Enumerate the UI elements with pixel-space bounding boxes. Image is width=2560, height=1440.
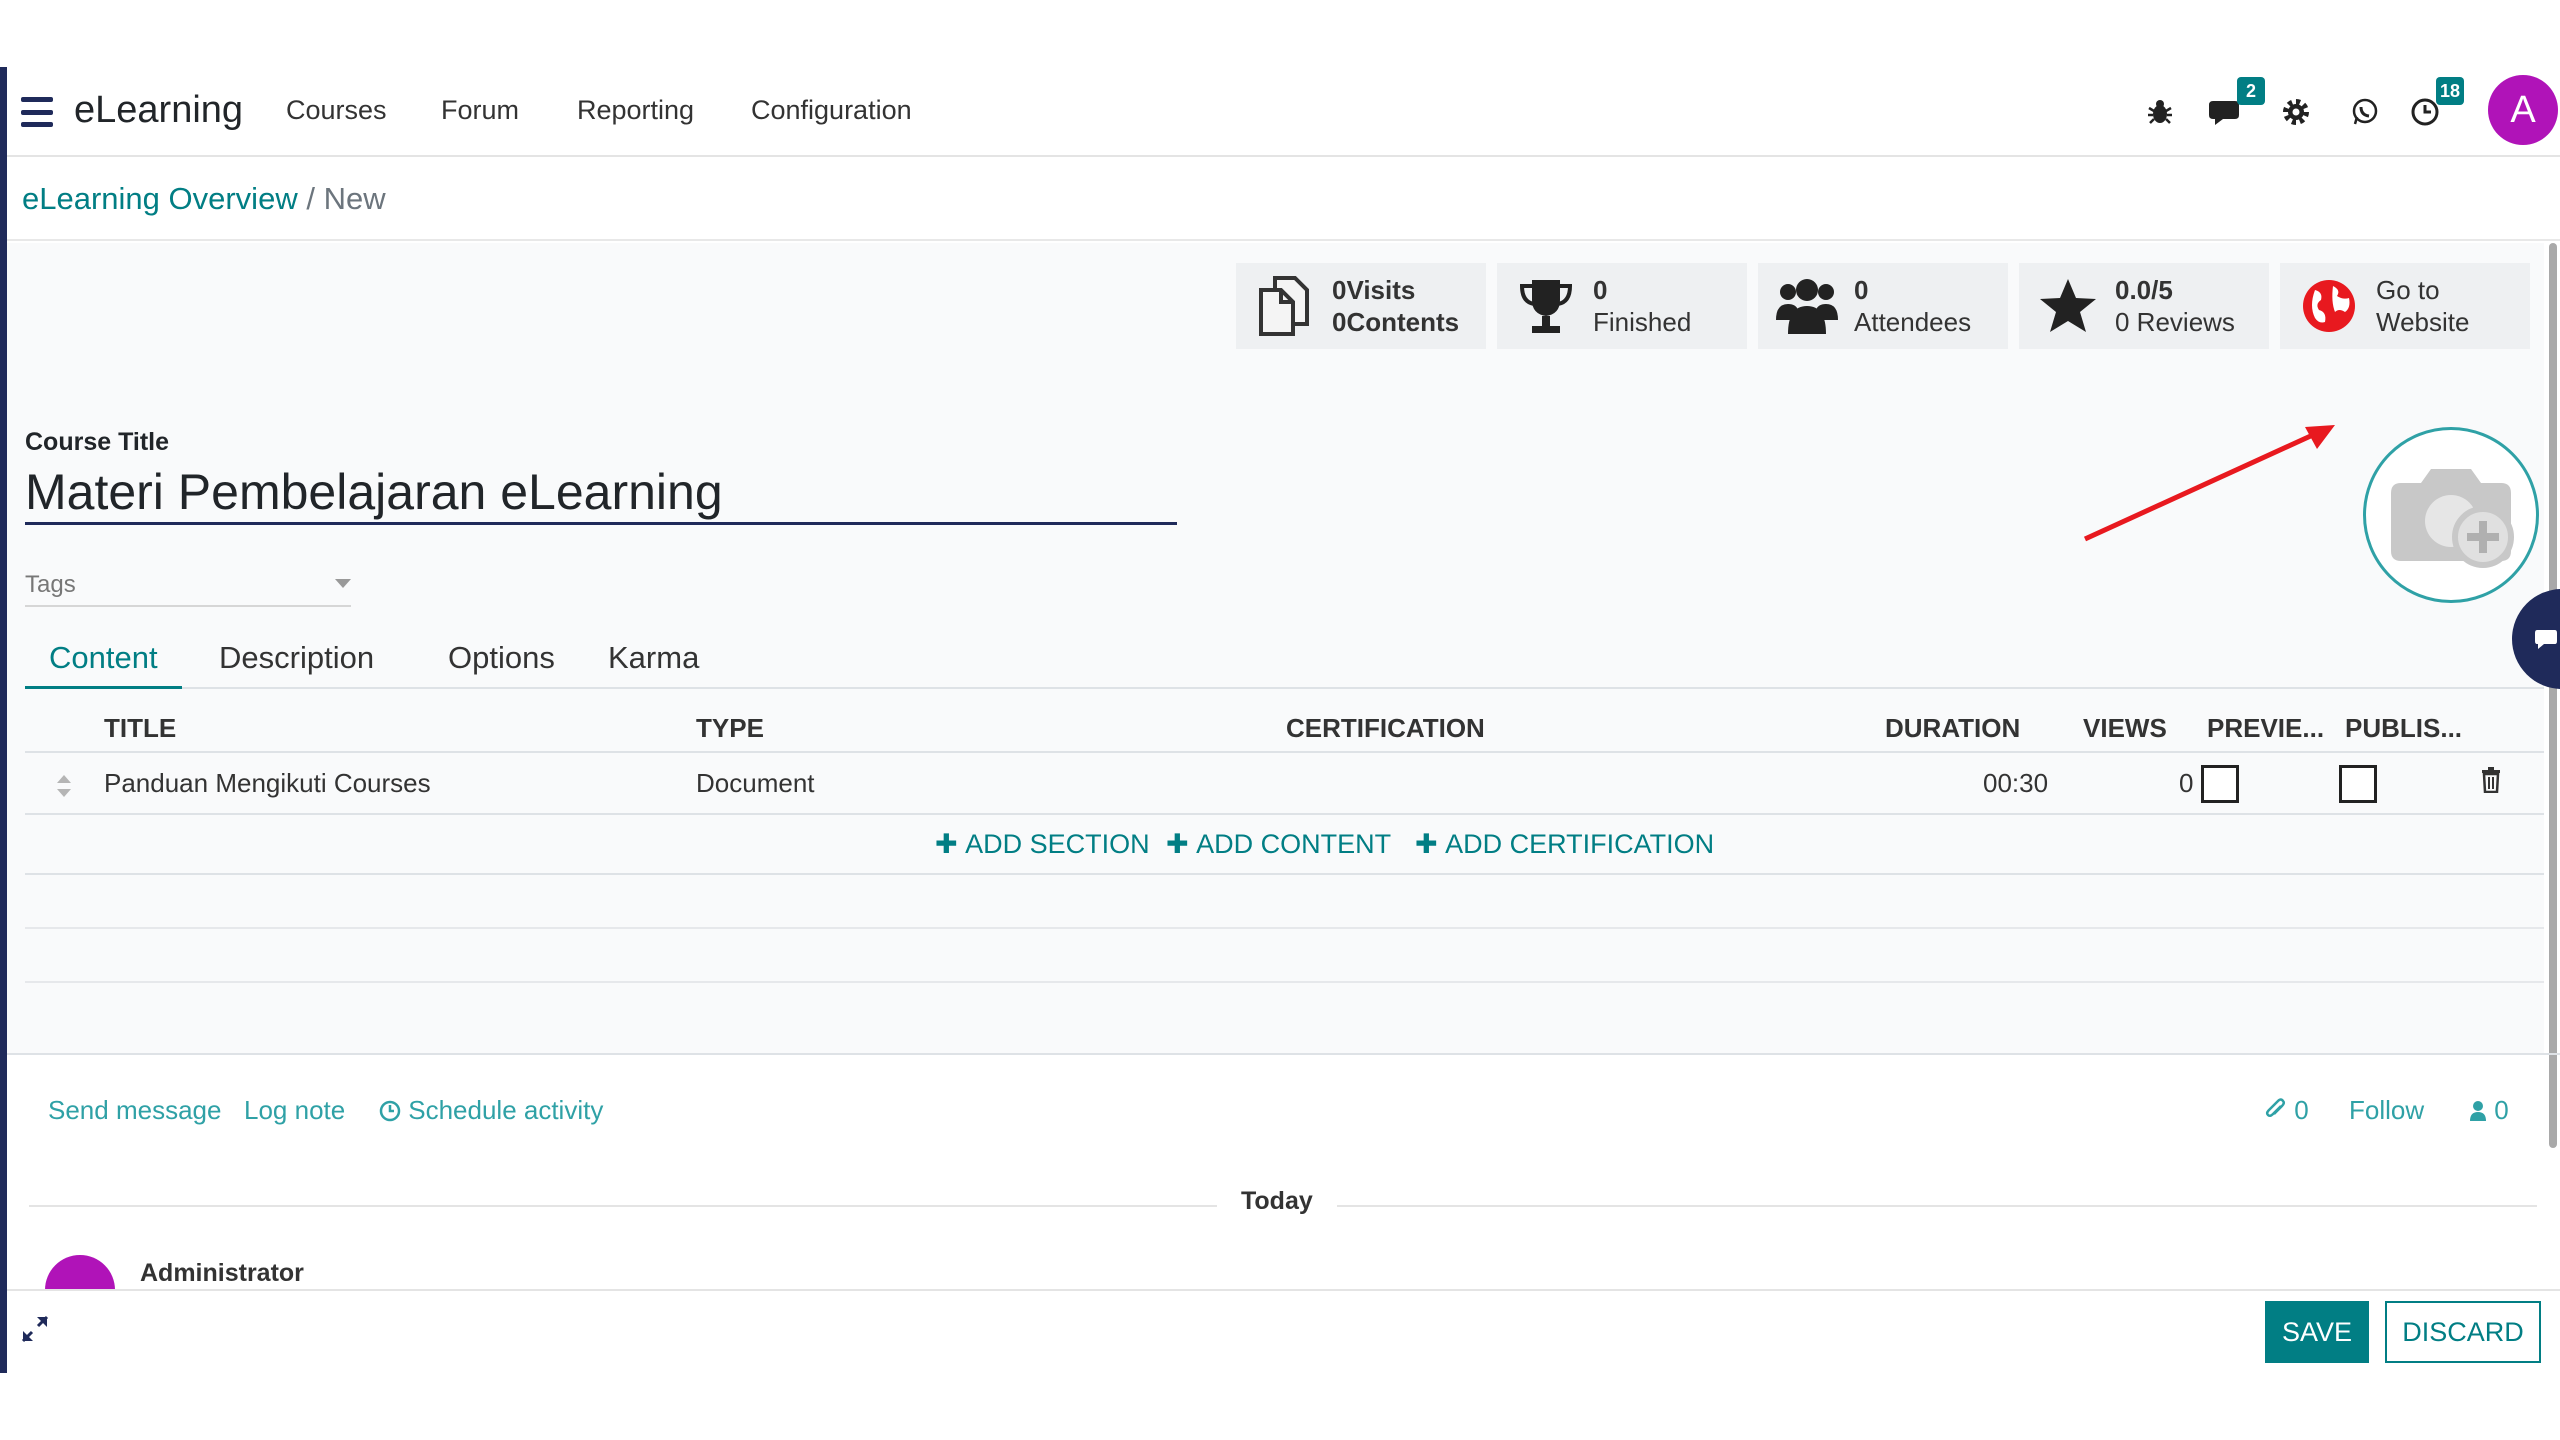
- vertical-scrollbar[interactable]: [2549, 243, 2557, 1148]
- add-section-link[interactable]: ✚ ADD SECTION: [935, 829, 1150, 860]
- messages-icon[interactable]: 2: [2203, 77, 2265, 135]
- log-note-button[interactable]: Log note: [244, 1095, 345, 1126]
- users-icon: [1772, 276, 1842, 336]
- column-type[interactable]: TYPE: [696, 713, 764, 744]
- paperclip-icon: [2265, 1098, 2286, 1118]
- trash-icon[interactable]: [2481, 767, 2501, 793]
- settings-gear-icon[interactable]: [2273, 89, 2319, 135]
- tags-placeholder: Tags: [25, 571, 76, 598]
- documents-icon: [1250, 274, 1320, 338]
- stat-rating: 0.0/5: [2115, 275, 2173, 305]
- stat-finished-count: 0: [1593, 275, 1608, 305]
- left-accent-bar: [0, 67, 7, 1373]
- attachments-button[interactable]: 0: [2265, 1095, 2309, 1126]
- expand-icon[interactable]: [19, 1313, 51, 1345]
- empty-table-row: [25, 875, 2544, 929]
- column-duration[interactable]: DURATION: [1885, 713, 2020, 744]
- discard-button[interactable]: DISCARD: [2385, 1301, 2541, 1363]
- followers-count: 0: [2494, 1095, 2509, 1125]
- user-icon: [2470, 1101, 2486, 1121]
- form-sheet: 0Visits 0Contents 0 Finished 0 Attendees: [7, 243, 2544, 1053]
- hamburger-menu-icon[interactable]: [21, 97, 53, 127]
- stat-go-to-label: Go to: [2376, 275, 2440, 305]
- course-title-label: Course Title: [25, 428, 170, 456]
- add-certification-link[interactable]: ✚ ADD CERTIFICATION: [1415, 829, 1714, 860]
- column-certification[interactable]: CERTIFICATION: [1286, 713, 1485, 744]
- row-duration: 00:30: [1983, 768, 2049, 798]
- add-line-row: ✚ ADD SECTION ✚ ADD CONTENT ✚ ADD CERTIF…: [25, 815, 2544, 875]
- breadcrumb-current: New: [323, 181, 386, 216]
- chevron-down-icon[interactable]: [335, 579, 351, 588]
- trophy-icon: [1511, 276, 1581, 336]
- stat-button-attendees[interactable]: 0 Attendees: [1758, 263, 2008, 349]
- tab-karma[interactable]: Karma: [584, 633, 723, 689]
- nav-forum[interactable]: Forum: [441, 95, 519, 126]
- column-preview[interactable]: PREVIE...: [2207, 713, 2324, 744]
- nav-reporting[interactable]: Reporting: [577, 95, 694, 126]
- stat-website-label: Website: [2376, 307, 2470, 337]
- activities-clock-icon[interactable]: 18: [2402, 77, 2464, 135]
- clock-icon: [379, 1100, 401, 1122]
- camera-plus-icon: [2391, 469, 2514, 568]
- globe-icon: [2294, 278, 2364, 334]
- add-content-link[interactable]: ✚ ADD CONTENT: [1166, 829, 1391, 860]
- breadcrumb-elearning-overview[interactable]: eLearning Overview: [22, 181, 298, 216]
- preview-checkbox[interactable]: [2201, 765, 2239, 803]
- stat-visits: 0Visits: [1332, 275, 1416, 305]
- empty-table-row: [25, 929, 2544, 983]
- stat-button-visits-contents[interactable]: 0Visits 0Contents: [1236, 263, 1486, 349]
- stat-contents: 0Contents: [1332, 307, 1460, 337]
- row-type: Document: [696, 768, 815, 798]
- control-panel: eLearning Overview / New: [7, 159, 2560, 241]
- followers-button[interactable]: 0: [2469, 1095, 2509, 1126]
- notebook-tabs: Content Description Options Karma: [25, 633, 2544, 689]
- column-title[interactable]: TITLE: [104, 713, 176, 744]
- course-title-input[interactable]: [25, 461, 1177, 525]
- row-views: 0: [2179, 768, 2194, 798]
- stat-button-reviews[interactable]: 0.0/5 0 Reviews: [2019, 263, 2269, 349]
- send-message-button[interactable]: Send message: [48, 1095, 221, 1126]
- stat-finished-label: Finished: [1593, 307, 1692, 337]
- published-checkbox[interactable]: [2339, 765, 2377, 803]
- whatsapp-icon[interactable]: [2342, 89, 2388, 135]
- nav-configuration[interactable]: Configuration: [751, 95, 912, 126]
- column-views[interactable]: VIEWS: [2083, 713, 2167, 744]
- stat-button-go-to-website[interactable]: Go to Website: [2280, 263, 2530, 349]
- tab-options[interactable]: Options: [424, 633, 579, 689]
- stat-reviews-label: 0 Reviews: [2115, 307, 2235, 337]
- row-title[interactable]: Panduan Mengikuti Courses: [104, 768, 431, 799]
- today-label: Today: [1217, 1187, 1337, 1216]
- stat-button-finished[interactable]: 0 Finished: [1497, 263, 1747, 349]
- top-navbar: eLearning Courses Forum Reporting Config…: [7, 67, 2560, 157]
- debug-bug-icon[interactable]: [2137, 89, 2183, 135]
- follow-button[interactable]: Follow: [2349, 1095, 2424, 1126]
- author-name[interactable]: Administrator: [140, 1259, 304, 1288]
- app-window: eLearning Courses Forum Reporting Config…: [0, 67, 2560, 1373]
- stat-attendees-count: 0: [1854, 275, 1869, 305]
- breadcrumb: eLearning Overview / New: [22, 181, 386, 217]
- messages-badge: 2: [2237, 77, 2265, 105]
- activities-badge: 18: [2435, 77, 2464, 105]
- breadcrumb-separator: /: [306, 181, 315, 216]
- table-row[interactable]: Panduan Mengikuti Courses Document 00:30…: [25, 753, 2544, 815]
- app-title[interactable]: eLearning: [74, 89, 243, 132]
- attachments-count: 0: [2294, 1095, 2309, 1125]
- drag-handle-icon[interactable]: [55, 773, 73, 799]
- nav-courses[interactable]: Courses: [286, 95, 387, 126]
- user-avatar[interactable]: A: [2488, 75, 2558, 145]
- chatter: Send message Log note Schedule activity …: [7, 1055, 2544, 1325]
- stat-attendees-label: Attendees: [1854, 307, 1972, 337]
- schedule-activity-button[interactable]: Schedule activity: [379, 1095, 603, 1126]
- tab-description[interactable]: Description: [195, 633, 398, 689]
- annotation-arrow: [2083, 425, 2335, 542]
- column-published[interactable]: PUBLIS...: [2345, 713, 2462, 744]
- save-button[interactable]: SAVE: [2265, 1301, 2369, 1363]
- course-image-upload[interactable]: [2363, 427, 2539, 603]
- star-icon: [2033, 277, 2103, 335]
- content-table-header: TITLE TYPE CERTIFICATION DURATION VIEWS …: [25, 701, 2544, 753]
- tab-content[interactable]: Content: [25, 633, 182, 689]
- form-footer: SAVE DISCARD: [7, 1289, 2560, 1373]
- tags-input[interactable]: Tags: [25, 571, 351, 607]
